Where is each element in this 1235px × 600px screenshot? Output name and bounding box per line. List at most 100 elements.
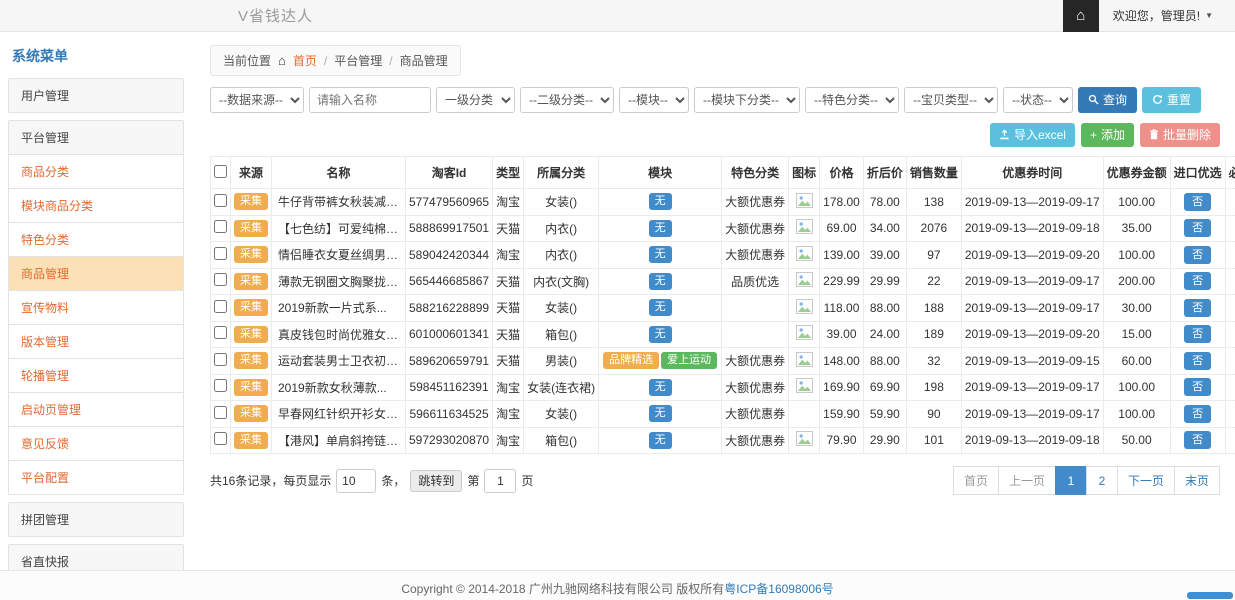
breadcrumb-home-link[interactable]: 首页 bbox=[293, 52, 317, 69]
module-cell: 无 bbox=[599, 268, 722, 295]
sidebar-item-特色分类[interactable]: 特色分类 bbox=[8, 222, 184, 257]
import-select-toggle[interactable]: 否 bbox=[1184, 405, 1211, 423]
price: 79.90 bbox=[820, 427, 864, 454]
sidebar-item-省直快报[interactable]: 省直快报 bbox=[8, 544, 184, 570]
row-checkbox[interactable] bbox=[214, 326, 227, 339]
import-select-toggle[interactable]: 否 bbox=[1184, 352, 1211, 370]
row-checkbox[interactable] bbox=[214, 379, 227, 392]
user-menu[interactable]: 欢迎您，管理员! ▼ bbox=[1113, 7, 1213, 24]
sidebar-item-商品管理[interactable]: 商品管理 bbox=[8, 256, 184, 291]
products-table: 来源名称淘客Id类型所属分类模块特色分类图标价格折后价销售数量优惠券时间优惠券金… bbox=[210, 156, 1235, 454]
row-checkbox[interactable] bbox=[214, 247, 227, 260]
product-image-icon bbox=[796, 356, 813, 370]
import-select-toggle[interactable]: 否 bbox=[1184, 219, 1211, 237]
row-select-cell bbox=[211, 242, 231, 269]
records-total-text: 共16条记录，每页显示 bbox=[210, 472, 331, 489]
home-icon: ⌂ bbox=[1076, 7, 1085, 24]
price: 229.99 bbox=[820, 268, 864, 295]
home-button[interactable]: ⌂ bbox=[1063, 0, 1099, 32]
sidebar-item-用户管理[interactable]: 用户管理 bbox=[8, 78, 184, 113]
column-header: 必买清单 bbox=[1225, 157, 1235, 189]
reset-button[interactable]: 重置 bbox=[1142, 87, 1201, 113]
level2-category-select[interactable]: --二级分类-- bbox=[520, 87, 614, 113]
jump-button[interactable]: 跳转到 bbox=[410, 470, 462, 492]
row-checkbox[interactable] bbox=[214, 220, 227, 233]
page-button-下一页[interactable]: 下一页 bbox=[1117, 466, 1175, 495]
row-select-cell bbox=[211, 189, 231, 216]
row-checkbox[interactable] bbox=[214, 406, 227, 419]
page-button-首页[interactable]: 首页 bbox=[953, 466, 999, 495]
import-excel-button[interactable]: 导入excel bbox=[990, 123, 1075, 147]
page-button-上一页[interactable]: 上一页 bbox=[998, 466, 1056, 495]
sidebar-item-模块商品分类[interactable]: 模块商品分类 bbox=[8, 188, 184, 223]
sidebar-item-拼团管理[interactable]: 拼团管理 bbox=[8, 502, 184, 537]
status-select[interactable]: --状态-- bbox=[1003, 87, 1073, 113]
row-checkbox[interactable] bbox=[214, 353, 227, 366]
import-select-toggle[interactable]: 否 bbox=[1184, 272, 1211, 290]
source-badge: 采集 bbox=[234, 352, 268, 369]
import-select-toggle[interactable]: 否 bbox=[1184, 299, 1211, 317]
column-header: 所属分类 bbox=[524, 157, 599, 189]
row-select-cell bbox=[211, 268, 231, 295]
row-checkbox[interactable] bbox=[214, 432, 227, 445]
icon-cell bbox=[789, 242, 820, 269]
module-subcategory-select[interactable]: --模块下分类-- bbox=[694, 87, 800, 113]
price: 118.00 bbox=[820, 295, 864, 322]
level1-category-select[interactable]: 一级分类 bbox=[436, 87, 515, 113]
refresh-icon bbox=[1152, 94, 1163, 107]
page-button-2[interactable]: 2 bbox=[1086, 466, 1118, 495]
search-button[interactable]: 查询 bbox=[1078, 87, 1137, 113]
must-buy-cell: 否 bbox=[1225, 189, 1235, 216]
import-select-toggle[interactable]: 否 bbox=[1184, 431, 1211, 449]
sidebar-menu: 用户管理平台管理商品分类模块商品分类特色分类商品管理宣传物料版本管理轮播管理启动… bbox=[8, 78, 184, 570]
scrollbar-thumb[interactable] bbox=[1187, 592, 1233, 599]
coupon-amount: 15.00 bbox=[1103, 321, 1170, 348]
feature-category: 品质优选 bbox=[722, 268, 789, 295]
page-button-末页[interactable]: 末页 bbox=[1174, 466, 1220, 495]
select-all-checkbox[interactable] bbox=[214, 165, 227, 178]
sidebar-item-意见反馈[interactable]: 意见反馈 bbox=[8, 426, 184, 461]
product-category: 男装() bbox=[524, 348, 599, 375]
icon-cell bbox=[789, 374, 820, 401]
icp-link[interactable]: 粤ICP备16098006号 bbox=[724, 582, 833, 596]
import-select-toggle[interactable]: 否 bbox=[1184, 246, 1211, 264]
jump-page-input[interactable] bbox=[484, 469, 516, 493]
item-type-select[interactable]: --宝贝类型-- bbox=[904, 87, 998, 113]
product-type: 淘宝 bbox=[493, 189, 524, 216]
product-name: 薄款无钢圈文胸聚拢性... bbox=[272, 268, 406, 295]
sidebar-item-轮播管理[interactable]: 轮播管理 bbox=[8, 358, 184, 393]
taoke-id: 596611634525 bbox=[406, 401, 493, 428]
name-search-input[interactable] bbox=[309, 87, 431, 113]
data-source-select[interactable]: --数据来源-- bbox=[210, 87, 304, 113]
unit-text: 条， bbox=[381, 472, 405, 489]
coupon-amount: 30.00 bbox=[1103, 295, 1170, 322]
import-select-toggle[interactable]: 否 bbox=[1184, 378, 1211, 396]
sales-count: 198 bbox=[906, 374, 961, 401]
sidebar-item-宣传物料[interactable]: 宣传物料 bbox=[8, 290, 184, 325]
import-select-toggle[interactable]: 否 bbox=[1184, 325, 1211, 343]
batch-delete-button[interactable]: 批量删除 bbox=[1140, 123, 1220, 147]
sidebar-item-平台管理[interactable]: 平台管理 bbox=[8, 120, 184, 155]
sidebar-item-启动页管理[interactable]: 启动页管理 bbox=[8, 392, 184, 427]
coupon-time: 2019-09-13—2019-09-15 bbox=[961, 348, 1103, 375]
page-size-input[interactable] bbox=[336, 469, 376, 493]
add-button[interactable]: + 添加 bbox=[1081, 123, 1134, 147]
product-category: 女装() bbox=[524, 295, 599, 322]
sidebar-item-平台配置[interactable]: 平台配置 bbox=[8, 460, 184, 495]
column-header: 销售数量 bbox=[906, 157, 961, 189]
taoke-id: 577479560965 bbox=[406, 189, 493, 216]
sales-count: 189 bbox=[906, 321, 961, 348]
sidebar-item-商品分类[interactable]: 商品分类 bbox=[8, 154, 184, 189]
row-select-cell bbox=[211, 295, 231, 322]
page-button-1[interactable]: 1 bbox=[1055, 466, 1087, 495]
breadcrumb-item-platform[interactable]: 平台管理 bbox=[334, 52, 382, 69]
import-select-toggle[interactable]: 否 bbox=[1184, 193, 1211, 211]
module-select[interactable]: --模块-- bbox=[619, 87, 689, 113]
row-checkbox[interactable] bbox=[214, 273, 227, 286]
table-row: 采集牛仔背带裤女秋装减龄...577479560965淘宝女装()无大额优惠券1… bbox=[211, 189, 1235, 216]
row-checkbox[interactable] bbox=[214, 300, 227, 313]
sidebar-item-版本管理[interactable]: 版本管理 bbox=[8, 324, 184, 359]
feature-category-select[interactable]: --特色分类-- bbox=[805, 87, 899, 113]
source-cell: 采集 bbox=[231, 268, 272, 295]
row-checkbox[interactable] bbox=[214, 194, 227, 207]
